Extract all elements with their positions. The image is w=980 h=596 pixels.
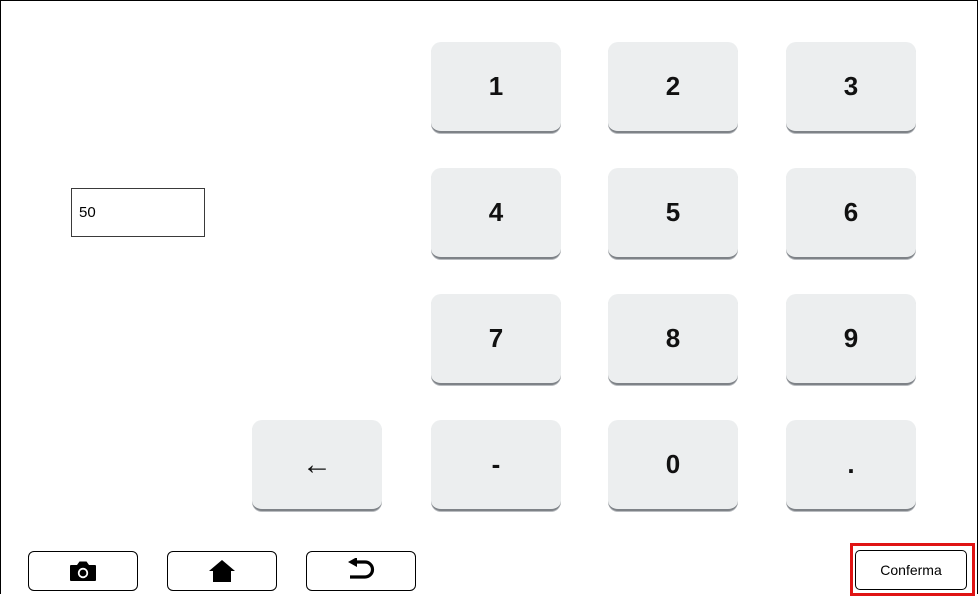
camera-button[interactable]	[28, 551, 138, 591]
home-icon	[208, 559, 236, 583]
key-7[interactable]: 7	[431, 294, 561, 385]
camera-icon	[68, 560, 98, 582]
back-button[interactable]	[306, 551, 416, 591]
key-2[interactable]: 2	[608, 42, 738, 133]
home-button[interactable]	[167, 551, 277, 591]
key-minus[interactable]: -	[431, 420, 561, 511]
confirm-button[interactable]: Conferma	[855, 550, 967, 590]
key-1[interactable]: 1	[431, 42, 561, 133]
key-dot[interactable]: .	[786, 420, 916, 511]
key-0[interactable]: 0	[608, 420, 738, 511]
key-8[interactable]: 8	[608, 294, 738, 385]
backspace-key[interactable]: ←	[252, 420, 382, 511]
key-6[interactable]: 6	[786, 168, 916, 259]
value-input[interactable]	[71, 188, 205, 237]
undo-arrow-icon	[345, 558, 377, 584]
key-4[interactable]: 4	[431, 168, 561, 259]
key-5[interactable]: 5	[608, 168, 738, 259]
key-3[interactable]: 3	[786, 42, 916, 133]
key-9[interactable]: 9	[786, 294, 916, 385]
